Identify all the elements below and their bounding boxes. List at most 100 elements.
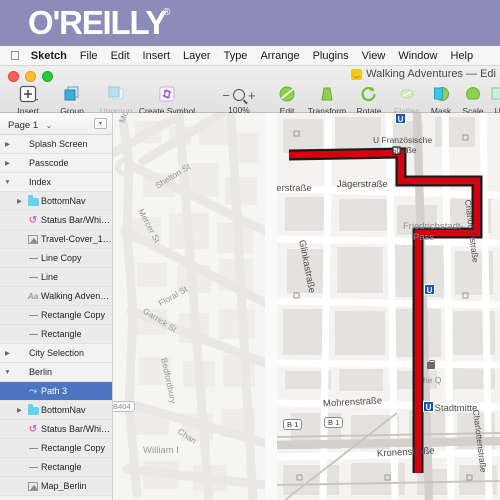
layer-list[interactable]: ▶ Splash Screen ▶ Passcode ▼ Index ▶ BottomNav ↺… bbox=[0, 135, 112, 500]
magnifier-icon[interactable] bbox=[233, 89, 245, 101]
layer-label: Rectangle bbox=[41, 462, 82, 472]
menu-item-arrange[interactable]: Arrange bbox=[260, 50, 299, 62]
menu-item-insert[interactable]: Insert bbox=[143, 50, 171, 62]
london-map-artboard[interactable]: Monmou Shelton St Mercer St Floral St Ga… bbox=[113, 113, 265, 500]
menu-item-edit[interactable]: Edit bbox=[111, 50, 130, 62]
layer-row[interactable]: Rectangle Copy bbox=[0, 439, 112, 458]
street-label: William I bbox=[143, 445, 179, 456]
flatten-icon bbox=[386, 85, 428, 105]
path-icon: ⤳ bbox=[29, 385, 37, 397]
disclosure-expanded-icon[interactable]: ▼ bbox=[2, 179, 13, 186]
layer-row[interactable]: ▶ BottomNav bbox=[0, 401, 112, 420]
rotate-icon bbox=[348, 85, 390, 105]
layer-row[interactable]: ▼Chicago bbox=[0, 496, 112, 500]
toolbar-create-symbol-button[interactable]: Create Symbol bbox=[130, 85, 204, 116]
layer-label: Rectangle Copy bbox=[41, 310, 106, 320]
layer-label: Rectangle Copy bbox=[41, 443, 106, 453]
zoom-window-button[interactable] bbox=[42, 71, 53, 82]
layer-row[interactable]: Rectangle bbox=[0, 458, 112, 477]
layer-row[interactable]: ▶ BottomNav bbox=[0, 192, 112, 211]
page-selector[interactable]: Page 1 ⌄ bbox=[8, 115, 52, 133]
text-icon: Aa bbox=[27, 291, 39, 301]
layer-row[interactable]: ▶ City Selection bbox=[0, 344, 112, 363]
layer-label: Passcode bbox=[29, 158, 69, 168]
layer-label: Travel-Cover_1… bbox=[41, 234, 112, 244]
layer-label: BottomNav bbox=[41, 196, 86, 206]
canvas-area[interactable]: Monmou Shelton St Mercer St Floral St Ga… bbox=[113, 113, 500, 500]
layer-icon bbox=[25, 234, 41, 245]
layer-row[interactable]: ↺ Status Bar/Whi… bbox=[0, 211, 112, 230]
disclosure-collapsed-icon[interactable]: ▶ bbox=[14, 197, 25, 205]
layer-row[interactable]: ⤳ Path 3 bbox=[0, 382, 112, 401]
toolbar-flatten-button[interactable]: Flatten bbox=[386, 85, 428, 116]
menu-item-type[interactable]: Type bbox=[224, 50, 248, 62]
layer-row[interactable]: Rectangle Copy bbox=[0, 306, 112, 325]
line-icon bbox=[28, 447, 38, 450]
registered-trademark-icon: ® bbox=[163, 7, 171, 18]
apple-icon[interactable]:  bbox=[10, 49, 20, 62]
toolbar-transform-button[interactable]: Transform bbox=[300, 85, 354, 116]
layer-row[interactable]: Aa Walking Adven… bbox=[0, 287, 112, 306]
layer-label: Walking Adven… bbox=[41, 291, 110, 301]
layer-label: Path 3 bbox=[41, 386, 68, 396]
layer-icon bbox=[25, 329, 41, 339]
disclosure-collapsed-icon[interactable]: ▶ bbox=[2, 349, 13, 357]
zoom-out-button[interactable]: − bbox=[222, 88, 230, 103]
close-window-button[interactable] bbox=[8, 71, 19, 82]
berlin-map-artboard[interactable]: U Französische Straße gerstraße Jägerstr… bbox=[277, 113, 500, 500]
image-icon bbox=[28, 482, 38, 492]
create-symbol-icon bbox=[130, 85, 204, 105]
symbol-icon: ↺ bbox=[28, 214, 38, 226]
menu-item-layer[interactable]: Layer bbox=[183, 50, 211, 62]
layer-row[interactable]: ▶ Passcode bbox=[0, 154, 112, 173]
layer-row[interactable]: Rectangle bbox=[0, 325, 112, 344]
folder-icon bbox=[27, 404, 39, 415]
layer-row[interactable]: Line Copy bbox=[0, 249, 112, 268]
toolbar-rotate-button[interactable]: Rotate bbox=[348, 85, 390, 116]
layer-row[interactable]: Travel-Cover_1… bbox=[0, 230, 112, 249]
layer-row[interactable]: Map_Berlin bbox=[0, 477, 112, 496]
minimize-window-button[interactable] bbox=[25, 71, 36, 82]
union-icon bbox=[488, 85, 500, 105]
layer-row[interactable]: ▶ Splash Screen bbox=[0, 135, 112, 154]
road-shield: B 1 bbox=[283, 419, 303, 430]
toolbar-zoom-control[interactable]: − + 100% bbox=[210, 85, 268, 116]
line-icon bbox=[28, 257, 38, 260]
layer-icon bbox=[25, 272, 41, 282]
toolbar-edit-button[interactable]: Edit bbox=[272, 85, 302, 116]
disclosure-collapsed-icon[interactable]: ▶ bbox=[2, 159, 13, 167]
shop-poi-icon bbox=[427, 360, 435, 369]
disclosure-collapsed-icon[interactable]: ▶ bbox=[2, 140, 13, 148]
toolbar-mask-button[interactable]: Mask bbox=[424, 85, 458, 116]
menu-item-file[interactable]: File bbox=[80, 50, 98, 62]
menu-item-view[interactable]: View bbox=[362, 50, 386, 62]
layer-row[interactable]: ▼ Berlin bbox=[0, 363, 112, 382]
layer-label: Map_Berlin bbox=[41, 481, 87, 491]
station-label: U Französische bbox=[373, 135, 433, 145]
layer-row[interactable]: ↺ Status Bar/Whi… bbox=[0, 420, 112, 439]
sketch-app-screenshot: O'REILLY ®  Sketch File Edit Insert Lay… bbox=[0, 0, 500, 500]
chevron-down-icon: ⌄ bbox=[45, 120, 53, 130]
layer-row[interactable]: Line bbox=[0, 268, 112, 287]
toolbar-scale-button[interactable]: Scale bbox=[456, 85, 490, 116]
layer-label: Line Copy bbox=[41, 253, 82, 263]
menu-item-sketch[interactable]: Sketch bbox=[31, 50, 67, 62]
ubahn-station-icon: U bbox=[423, 401, 434, 412]
page-name-label: Page 1 bbox=[8, 119, 39, 131]
layer-icon: ⤳ bbox=[25, 386, 41, 397]
image-icon bbox=[28, 235, 38, 245]
menu-item-plugins[interactable]: Plugins bbox=[313, 50, 349, 62]
line-icon bbox=[28, 276, 38, 279]
disclosure-collapsed-icon[interactable]: ▶ bbox=[14, 406, 25, 414]
poi-label: he Q bbox=[423, 375, 442, 385]
line-icon bbox=[28, 333, 38, 336]
menu-item-window[interactable]: Window bbox=[398, 50, 437, 62]
zoom-in-button[interactable]: + bbox=[248, 88, 256, 103]
toolbar-union-button[interactable]: Un bbox=[488, 85, 500, 116]
menu-item-help[interactable]: Help bbox=[450, 50, 473, 62]
disclosure-expanded-icon[interactable]: ▼ bbox=[2, 369, 13, 376]
page-options-icon[interactable]: ▾ bbox=[94, 118, 107, 129]
symbol-icon: ↺ bbox=[28, 423, 38, 435]
page-selector-row[interactable]: Page 1 ⌄ ▾ bbox=[0, 113, 112, 135]
layer-row[interactable]: ▼ Index bbox=[0, 173, 112, 192]
